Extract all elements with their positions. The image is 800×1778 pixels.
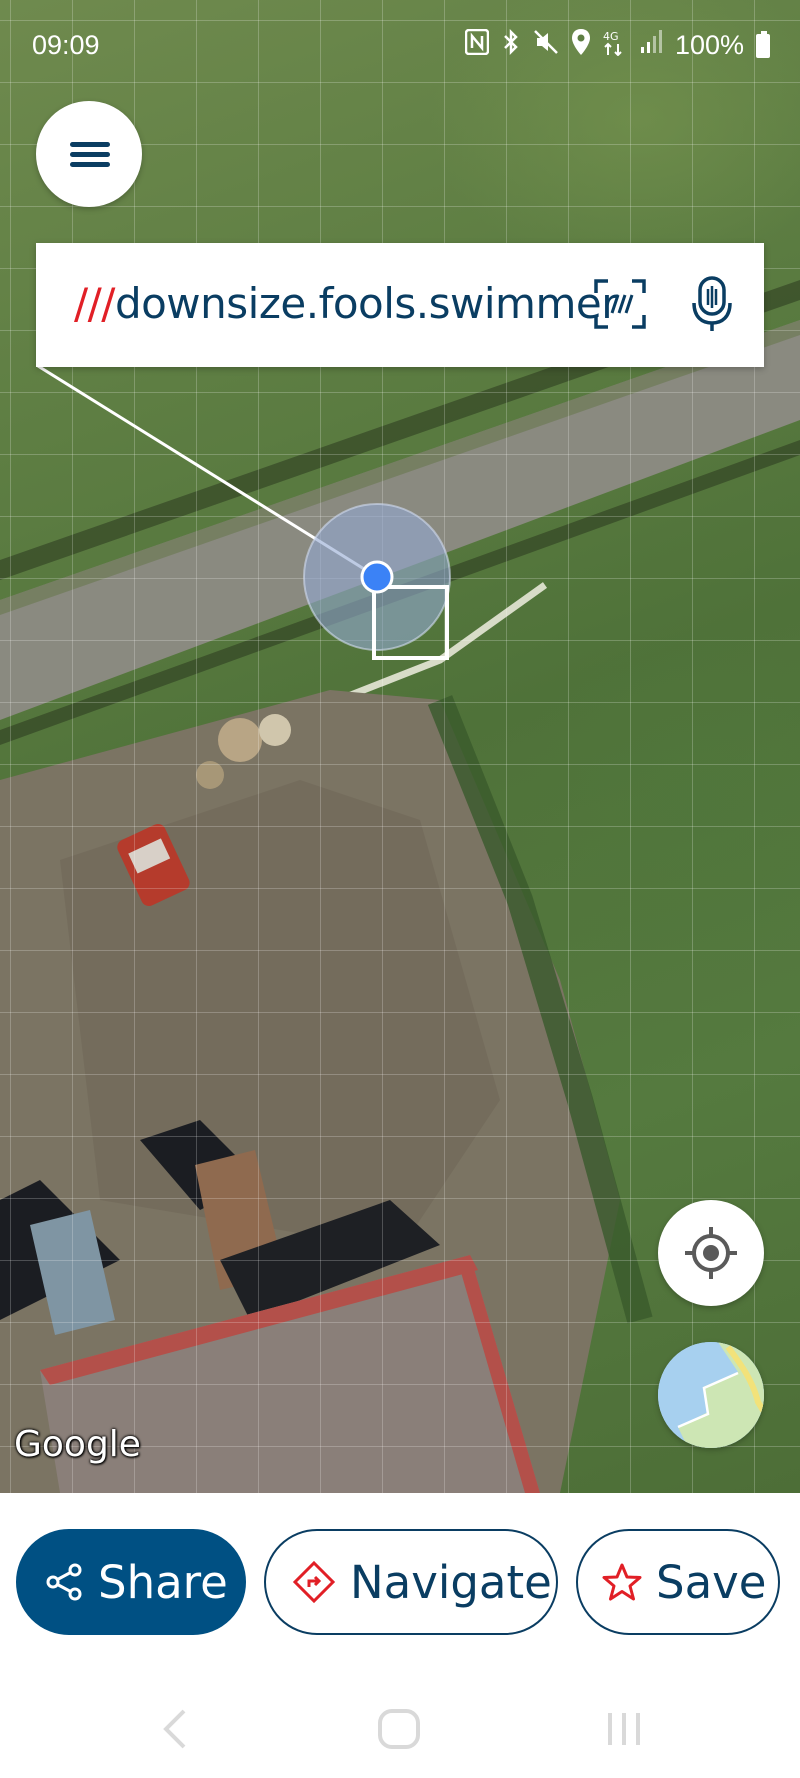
mute-icon: [533, 29, 559, 62]
star-icon: [602, 1563, 642, 1601]
navigate-label: Navigate: [350, 1555, 552, 1609]
crosshair-icon: [685, 1227, 737, 1279]
status-time: 09:09: [32, 30, 100, 60]
status-icons: 4G 100%: [464, 28, 770, 63]
address-search-bar[interactable]: ///downsize.fools.swimmer: [36, 243, 764, 367]
svg-text:4G: 4G: [603, 30, 619, 43]
my-location-button[interactable]: [658, 1200, 764, 1306]
save-button[interactable]: Save: [576, 1529, 780, 1635]
microphone-icon[interactable]: [692, 275, 732, 333]
map-layer-toggle-button[interactable]: [658, 1342, 764, 1448]
nfc-icon: [464, 28, 490, 62]
menu-button[interactable]: [36, 101, 142, 207]
share-button[interactable]: Share: [16, 1529, 246, 1635]
what3words-address[interactable]: ///downsize.fools.swimmer: [74, 279, 618, 328]
directions-icon: [292, 1560, 336, 1604]
back-icon[interactable]: [160, 1707, 190, 1751]
map-preview-icon: [658, 1342, 764, 1448]
scan-icon[interactable]: [594, 279, 646, 329]
4g-icon: 4G: [603, 28, 627, 63]
system-navigation-bar: [0, 1683, 800, 1778]
location-icon: [571, 28, 591, 63]
navigate-button[interactable]: Navigate: [264, 1529, 558, 1635]
google-attribution: Google: [14, 1424, 141, 1465]
save-label: Save: [656, 1555, 767, 1609]
share-label: Share: [98, 1555, 228, 1609]
signal-icon: [639, 29, 663, 62]
address-prefix: ///: [74, 279, 115, 328]
home-icon[interactable]: [376, 1707, 422, 1751]
share-icon: [46, 1563, 82, 1601]
bluetooth-icon: [501, 28, 521, 63]
battery-icon: [756, 30, 770, 58]
recent-apps-icon[interactable]: [604, 1707, 644, 1751]
address-words: downsize.fools.swimmer: [114, 279, 619, 328]
location-dot: [360, 560, 394, 594]
battery-percent: 100%: [674, 30, 744, 60]
status-bar: 09:09 4G 100%: [0, 0, 800, 90]
action-bar: Share Navigate Save: [0, 1493, 800, 1683]
